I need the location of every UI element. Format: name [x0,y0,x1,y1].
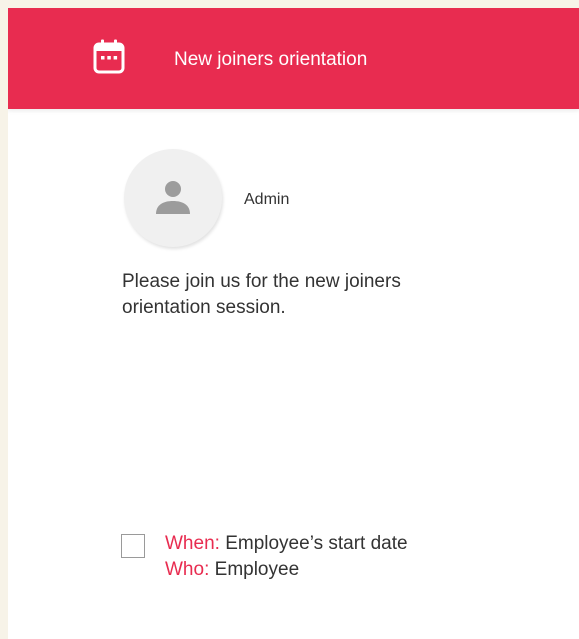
event-details: When: Employee’s start date Who: Employe… [165,531,408,583]
event-card: New joiners orientation Admin Please joi… [8,8,579,639]
calendar-icon [93,39,125,74]
who-row: Who: Employee [165,557,408,583]
task-checkbox[interactable] [121,534,145,558]
when-label: When: [165,533,220,554]
user-icon [156,181,190,214]
event-title: New joiners orientation [174,49,368,70]
avatar [124,149,222,247]
event-message: Please join us for the new joiners orien… [122,271,401,318]
event-header: New joiners orientation [8,8,579,109]
who-value: Employee [214,559,300,580]
author-name: Admin [244,191,290,208]
when-value: Employee’s start date [225,533,408,554]
page-frame: New joiners orientation Admin Please joi… [0,0,579,639]
who-label: Who: [165,559,210,580]
when-row: When: Employee’s start date [165,531,408,557]
